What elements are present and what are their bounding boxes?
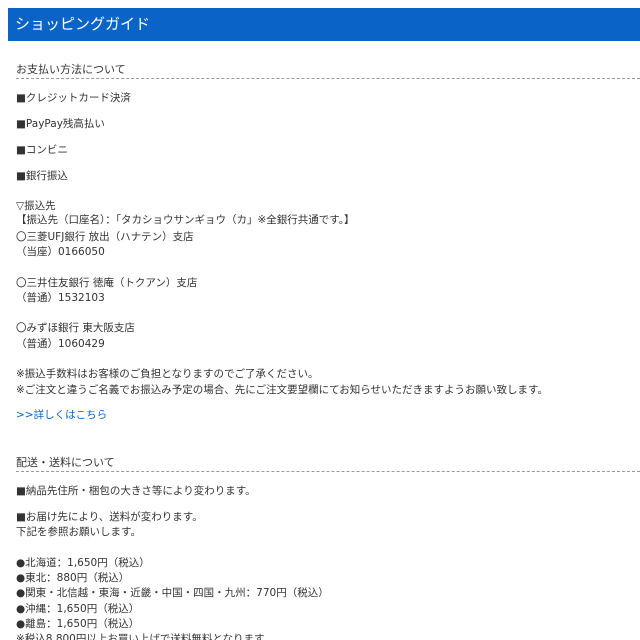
payment-method-credit-card: ■クレジットカード決済 — [16, 92, 131, 104]
bank-name-mufg: 〇三菱UFJ銀行 放出（ハナテン）支店 — [16, 231, 194, 243]
transfer-destination-label: ▽振込先 — [16, 200, 56, 212]
transfer-fee-note: ※振込手数料はお客様のご負担となりますのでご了承ください。 — [16, 368, 319, 380]
shipping-rate-islands: ●離島：1,650円（税込） — [16, 618, 140, 630]
shipping-section-heading: 配送・送料について — [16, 456, 115, 469]
page-header: ショッピングガイド — [8, 8, 640, 41]
bank-account-mufg: （当座）0166050 — [16, 246, 105, 258]
payment-section-divider — [16, 78, 640, 79]
bank-name-smbc: 〇三井住友銀行 徳庵（トクアン）支店 — [16, 277, 198, 289]
payment-details-link[interactable]: >>詳しくはこちら — [16, 408, 107, 422]
shipping-line-destination: ■お届け先により、送料が変わります。 — [16, 511, 203, 523]
page-title: ショッピングガイド — [15, 15, 151, 33]
different-name-note: ※ご注文と違うご名義でお振込み予定の場合、先にご注文要望欄にてお知らせいただきま… — [16, 384, 549, 396]
shipping-rate-okinawa: ●沖縄：1,650円（税込） — [16, 603, 140, 615]
bank-name-mizuho: 〇みずほ銀行 東大阪支店 — [16, 322, 135, 334]
free-shipping-note: ※税込8,800円以上お買い上げで送料無料となります。 — [16, 633, 274, 640]
shipping-section-divider — [16, 471, 640, 472]
payment-method-paypay: ■PayPay残高払い — [16, 118, 105, 130]
payment-method-convenience-store: ■コンビニ — [16, 144, 68, 156]
shipping-rate-hokkaido: ●北海道：1,650円（税込） — [16, 557, 150, 569]
shopping-guide-page: ショッピングガイド お支払い方法について ■クレジットカード決済 ■PayPay… — [0, 0, 640, 640]
payment-section-heading: お支払い方法について — [16, 63, 126, 76]
payment-method-bank-transfer: ■銀行振込 — [16, 170, 68, 182]
bank-account-mizuho: （普通）1060429 — [16, 338, 105, 350]
shipping-rate-mainland: ●関東・北信越・東海・近畿・中国・四国・九州：770円（税込） — [16, 587, 329, 599]
shipping-line-refer: 下記を参照お願いします。 — [16, 526, 141, 538]
shipping-rate-tohoku: ●東北：880円（税込） — [16, 572, 130, 584]
shipping-line-size: ■納品先住所・梱包の大きさ等により変わります。 — [16, 485, 256, 497]
transfer-account-name: 【振込先（口座名）：「タカショウサンギョウ（カ」※全銀行共通です。】 — [16, 214, 355, 226]
bank-account-smbc: （普通）1532103 — [16, 292, 105, 304]
